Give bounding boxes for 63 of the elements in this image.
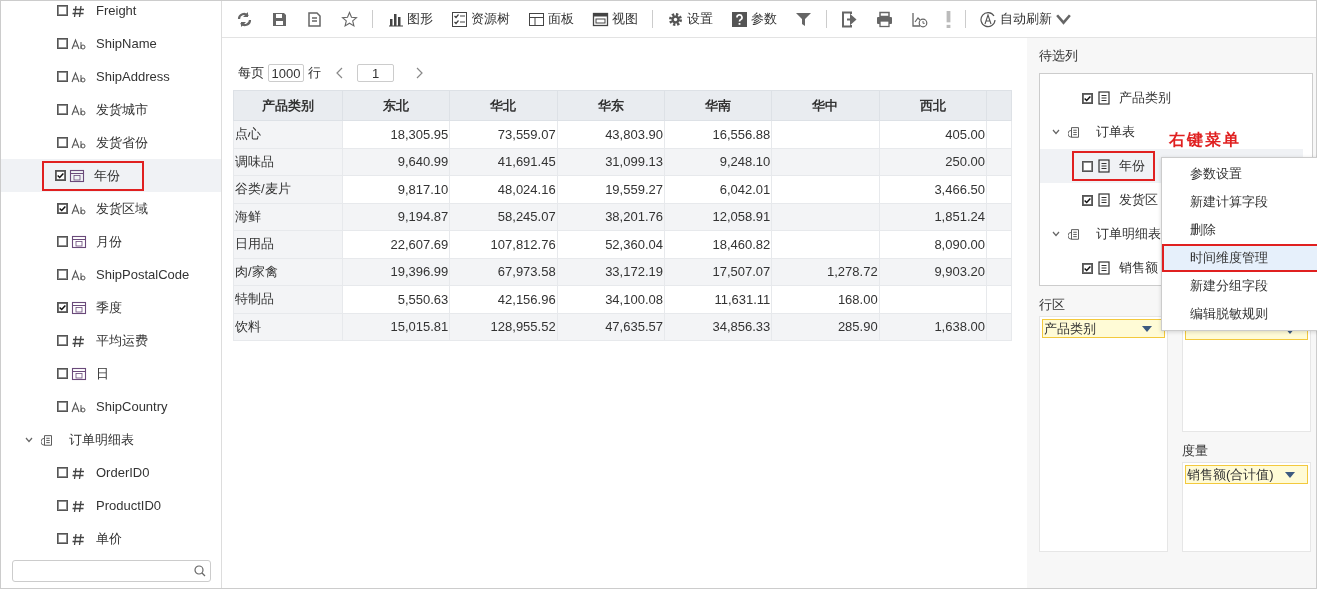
table-cell: 38,201.76 (557, 203, 665, 231)
column-header: 西北 (879, 90, 987, 121)
table-cell: 6,042.01 (664, 175, 772, 203)
table-cell: 特制品 (233, 285, 343, 313)
table-cell: 16,556.88 (664, 120, 772, 148)
table-cell: 19,559.27 (557, 175, 665, 203)
table-cell: 58,245.07 (449, 203, 558, 231)
table-cell: 42,156.96 (449, 285, 558, 313)
table-cell: 34,856.33 (664, 313, 772, 341)
rows-label: 行 (308, 64, 321, 82)
column-header: 产品类别 (233, 90, 343, 121)
table-cell: 肉/家禽 (233, 258, 343, 286)
table-cell: 谷类/麦片 (233, 175, 343, 203)
table-cell: 海鲜 (233, 203, 343, 231)
table-cell: 41,691.45 (449, 148, 558, 176)
column-header: 华东 (557, 90, 665, 121)
table-cell: 18,305.95 (342, 120, 450, 148)
table-cell: 9,903.20 (879, 258, 987, 286)
column-header: 东北 (342, 90, 450, 121)
table-cell: 31,099.13 (557, 148, 665, 176)
table-cell: 1,278.72 (771, 258, 880, 286)
table-cell: 17,507.07 (664, 258, 772, 286)
table-cell: 饮料 (233, 313, 343, 341)
section-title: 度量 (1182, 442, 1209, 460)
table-cell: 9,640.99 (342, 148, 450, 176)
section-title: 待选列 (1039, 47, 1079, 65)
table-cell: 1,638.00 (879, 313, 987, 341)
table-cell: 9,248.10 (664, 148, 772, 176)
column-header: 华中 (771, 90, 880, 121)
column-header: 华北 (449, 90, 558, 121)
annotation-label: 右键菜单 (1169, 130, 1241, 150)
table-cell: 47,635.57 (557, 313, 665, 341)
table-cell: 9,194.87 (342, 203, 450, 231)
table-cell: 128,955.52 (449, 313, 558, 341)
table-cell: 11,631.11 (664, 285, 772, 313)
table-cell: 48,024.16 (449, 175, 558, 203)
table-cell: 43,803.90 (557, 120, 665, 148)
table-cell: 22,607.69 (342, 230, 450, 258)
table-cell: 168.00 (771, 285, 880, 313)
section-title: 行区 (1039, 296, 1066, 314)
per-page-label: 每页 (238, 64, 264, 82)
table-cell: 19,396.99 (342, 258, 450, 286)
table-cell: 34,100.08 (557, 285, 665, 313)
table-cell: 8,090.00 (879, 230, 987, 258)
table-cell: 12,058.91 (664, 203, 772, 231)
table-cell: 18,460.82 (664, 230, 772, 258)
table-cell: 15,015.81 (342, 313, 450, 341)
table-cell: 67,973.58 (449, 258, 558, 286)
table-cell: 52,360.04 (557, 230, 665, 258)
table-cell: 点心 (233, 120, 343, 148)
table-cell: 9,817.10 (342, 175, 450, 203)
table-cell: 250.00 (879, 148, 987, 176)
table-cell: 73,559.07 (449, 120, 558, 148)
table-cell: 107,812.76 (449, 230, 558, 258)
table-cell: 1,851.24 (879, 203, 987, 231)
table-cell: 3,466.50 (879, 175, 987, 203)
table-cell: 285.90 (771, 313, 880, 341)
table-cell: 5,550.63 (342, 285, 450, 313)
column-header: 华南 (664, 90, 772, 121)
table-cell: 调味品 (233, 148, 343, 176)
table-cell: 日用品 (233, 230, 343, 258)
table-cell: 405.00 (879, 120, 987, 148)
table-cell: 33,172.19 (557, 258, 665, 286)
